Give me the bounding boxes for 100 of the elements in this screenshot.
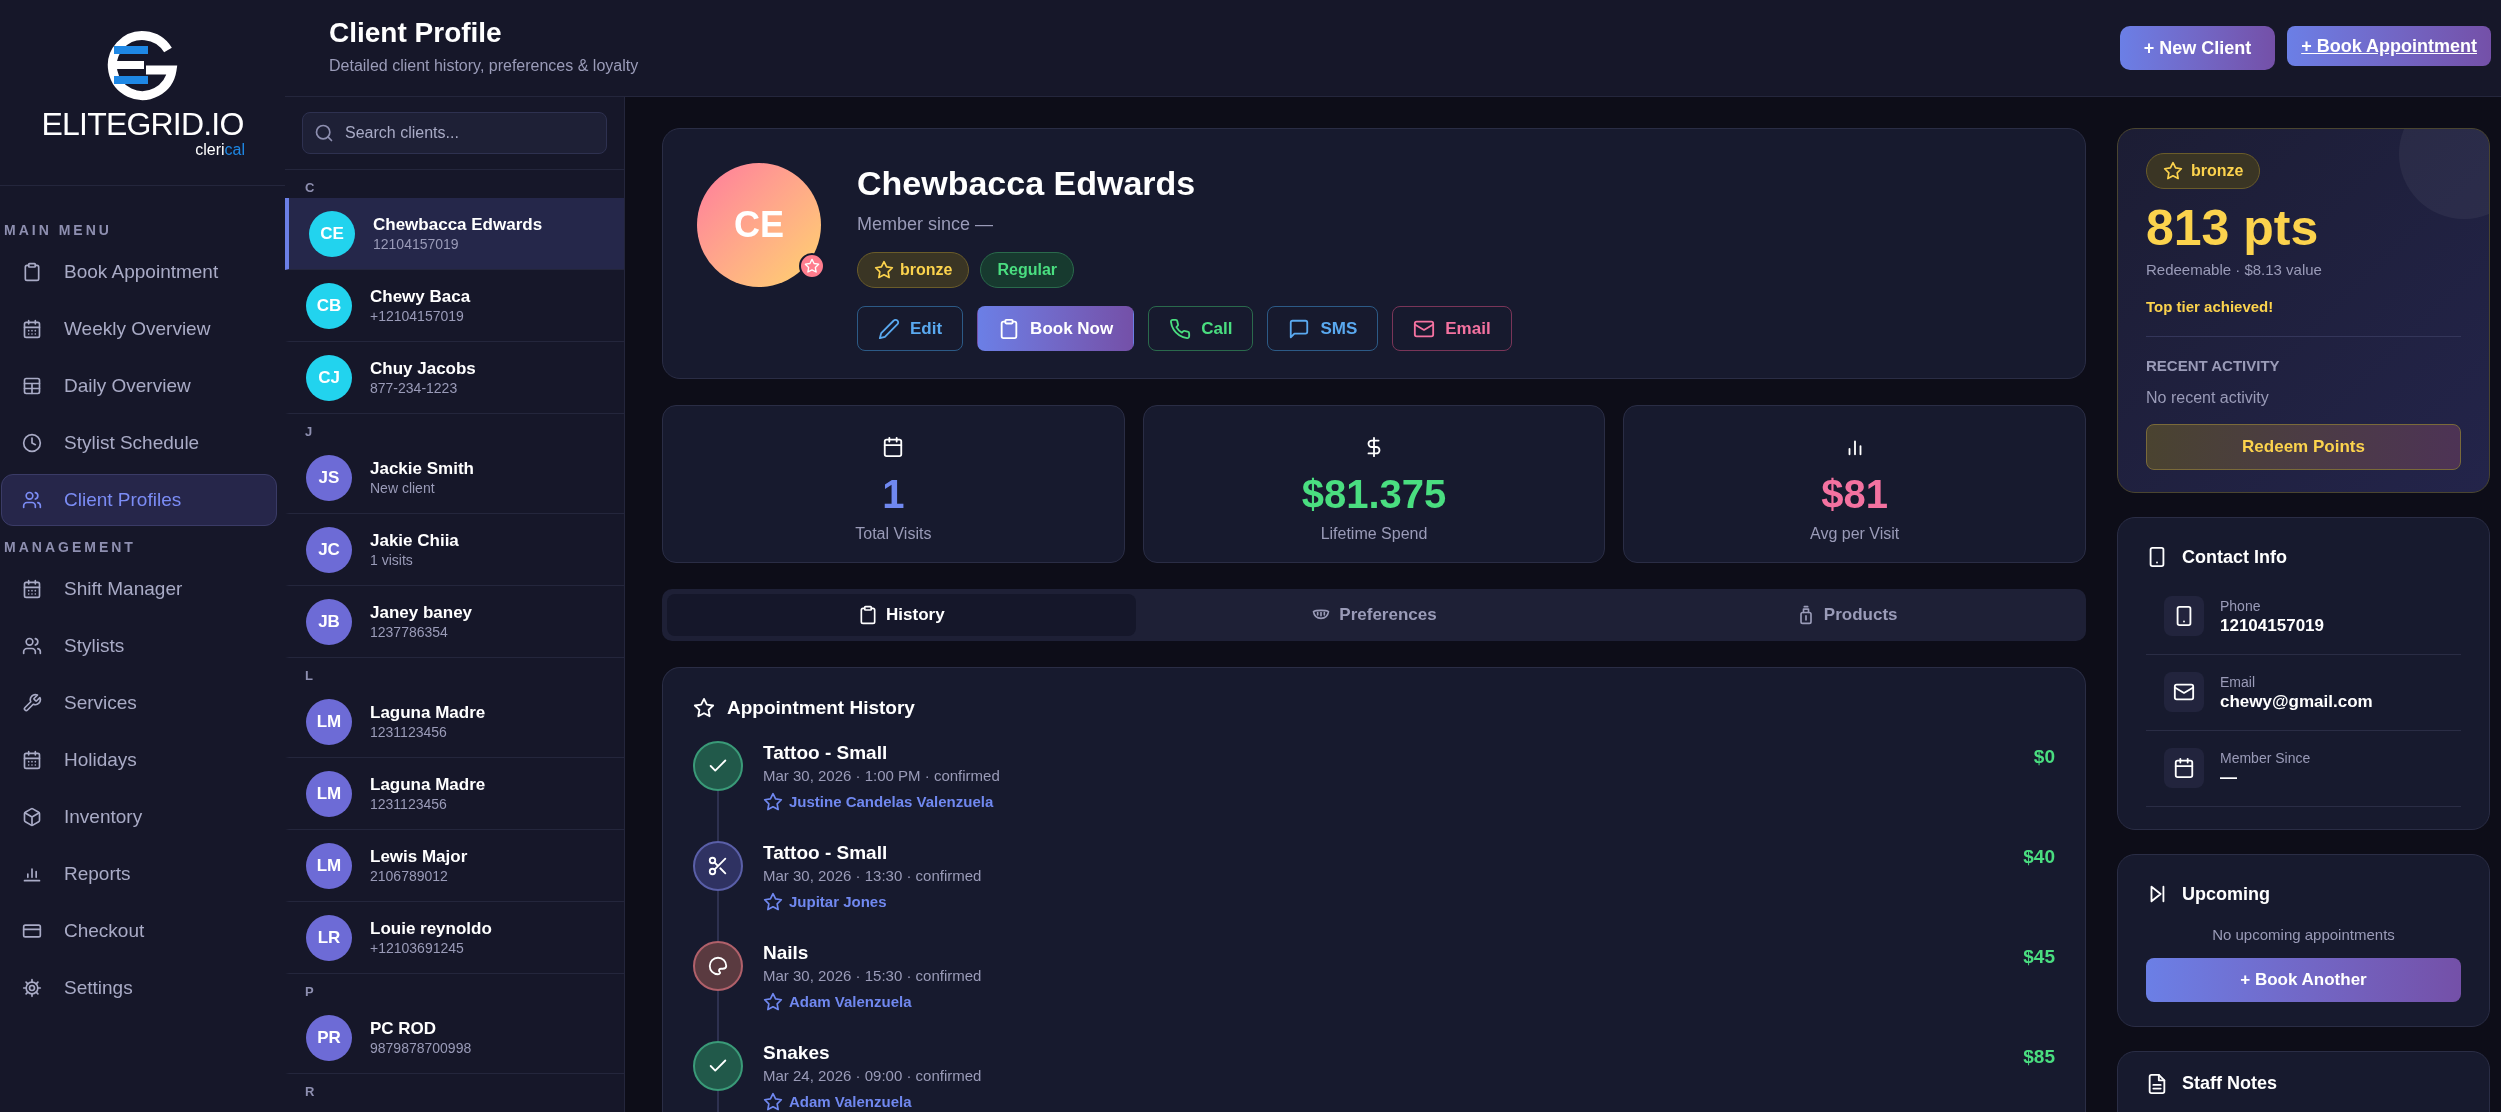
client-avatar: LR <box>306 914 352 961</box>
client-detail: +12103691245 <box>370 939 465 957</box>
client-avatar: CJ <box>306 354 352 401</box>
client-name: Chewbacca Edwards <box>373 214 543 235</box>
star-icon <box>693 697 715 720</box>
client-avatar: LM <box>306 770 352 817</box>
logo-tagline: clerical <box>195 141 245 158</box>
section-heading: MAIN MENU <box>3 221 113 240</box>
email-button[interactable]: Email <box>1392 306 1512 351</box>
edit-button[interactable]: Edit <box>857 306 964 351</box>
client-name: Laguna Madre <box>370 774 486 795</box>
book-appointment-button[interactable]: + Book Appointment <box>2287 26 2491 66</box>
nav-item[interactable]: Stylists <box>1 620 277 672</box>
tab[interactable]: History <box>667 594 1136 636</box>
client-detail: 877-234-1223 <box>370 379 459 397</box>
users-icon <box>22 636 42 656</box>
new-client-button[interactable]: + New Client <box>2119 26 2276 70</box>
client-detail: New client <box>370 479 436 497</box>
chat-bubble-icon <box>1288 317 1311 340</box>
service-name: Snakes <box>763 1040 831 1065</box>
client-detail: 1 visits <box>370 551 414 569</box>
service-name: Nails <box>763 940 810 965</box>
clock-icon <box>22 433 42 453</box>
redeem-points-button[interactable]: Redeem Points <box>2146 423 2461 470</box>
profile-avatar: CE <box>697 163 821 287</box>
client-name: Laguna Madre <box>370 702 486 723</box>
group-letter: J <box>304 423 314 441</box>
client-name: Lewis Major <box>370 846 468 867</box>
stat-value: $81 <box>1821 472 1889 516</box>
group-letter: R <box>304 1083 316 1101</box>
client-row[interactable]: CE Chewbacca Edwards 12104157019 <box>285 198 624 270</box>
nav-item[interactable]: Shift Manager <box>1 563 277 615</box>
client-row[interactable]: LM Lewis Major 2106789012 <box>285 830 624 902</box>
stat-label: Avg per Visit <box>1810 524 1900 544</box>
section-heading: RECENT ACTIVITY <box>2146 356 2281 376</box>
call-button[interactable]: Call <box>1148 306 1254 351</box>
field-value: — <box>2220 766 2238 788</box>
nav-item[interactable]: Daily Overview <box>1 360 277 412</box>
client-detail: 1231123456 <box>370 795 448 813</box>
points-value: 813 pts <box>2146 201 2320 255</box>
client-row[interactable]: JS Jackie Smith New client <box>285 442 624 514</box>
tab[interactable]: Preferences <box>1139 594 1609 636</box>
calendar-icon <box>22 579 42 599</box>
price: $85 <box>2023 1044 2055 1069</box>
nav-item[interactable]: Inventory <box>1 791 277 843</box>
nav-item[interactable]: Settings <box>1 962 277 1014</box>
users-icon <box>22 490 42 510</box>
star-icon <box>763 891 783 912</box>
client-row[interactable]: PR PC ROD 9879878700998 <box>285 1002 624 1074</box>
client-avatar: LM <box>306 698 352 745</box>
section-title: Contact Info <box>2182 545 2287 569</box>
field-label: Email <box>2220 672 2256 691</box>
field-value: chewy@gmail.com <box>2220 690 2373 712</box>
nav-item[interactable]: Checkout <box>1 905 277 957</box>
group-letter: C <box>304 179 316 197</box>
client-row[interactable]: JC Jakie Chiia 1 visits <box>285 514 624 586</box>
search-icon <box>314 123 334 143</box>
appointment-meta: Mar 30, 2026 · 13:30 · confirmed <box>763 865 983 886</box>
section-heading: MANAGEMENT <box>3 538 137 557</box>
client-row[interactable]: CJ Chuy Jacobs 877-234-1223 <box>285 342 624 414</box>
star-icon <box>763 791 783 812</box>
page-title: Client Profile <box>329 18 503 48</box>
clipboard-icon <box>858 605 879 625</box>
client-row[interactable]: LR Louie reynoldo +12103691245 <box>285 902 624 974</box>
appointment-meta: Mar 30, 2026 · 15:30 · confirmed <box>763 965 983 986</box>
clipboard-icon <box>22 262 42 282</box>
settings-icon <box>22 978 42 998</box>
stat-value: $81.375 <box>1301 472 1447 516</box>
client-row[interactable]: LM Laguna Madre 1231123456 <box>285 686 624 758</box>
tier-note: Top tier achieved! <box>2146 296 2275 317</box>
nav-item[interactable]: Book Appointment <box>1 246 277 298</box>
book-another-button[interactable]: + Book Another <box>2146 958 2461 1002</box>
field-label: Phone <box>2220 596 2262 615</box>
client-row[interactable]: JB Janey baney 1237786354 <box>285 586 624 658</box>
client-name: Chuy Jacobs <box>370 358 476 379</box>
client-avatar: JB <box>306 598 352 645</box>
client-row[interactable]: CB Chewy Baca +12104157019 <box>285 270 624 342</box>
stylist-name: Justine Candelas Valenzuela <box>763 790 2034 813</box>
nav-item[interactable]: Stylist Schedule <box>1 417 277 469</box>
credit-card-icon <box>22 921 42 941</box>
appointment-meta: Mar 24, 2026 · 09:00 · confirmed <box>763 1065 983 1086</box>
stylist-name: Adam Valenzuela <box>763 990 2024 1013</box>
nav-item[interactable]: Services <box>1 677 277 729</box>
nav-item[interactable]: Client Profiles <box>1 474 277 526</box>
calendar-icon <box>882 436 905 458</box>
nav-item[interactable]: Weekly Overview <box>1 303 277 355</box>
tab[interactable]: Products <box>1612 594 2081 636</box>
logo-wordmark: ELITEGRID.IO <box>41 105 244 142</box>
client-row[interactable]: LM Laguna Madre 1231123456 <box>285 758 624 830</box>
points-value-note: Redeemable · $8.13 value <box>2146 260 2323 280</box>
stylist-name: Jupitar Jones <box>763 890 2024 913</box>
client-detail: 2106789012 <box>370 867 449 885</box>
stat-label: Total Visits <box>855 524 932 544</box>
sms-button[interactable]: SMS <box>1267 306 1379 351</box>
nav-item[interactable]: Reports <box>1 848 277 900</box>
search-field[interactable]: Search clients... <box>302 112 607 154</box>
service-name: Tattoo - Small <box>763 840 889 865</box>
stat-value: 1 <box>882 472 905 516</box>
nav-item[interactable]: Holidays <box>1 734 277 786</box>
book-now-button[interactable]: Book Now <box>977 306 1135 351</box>
